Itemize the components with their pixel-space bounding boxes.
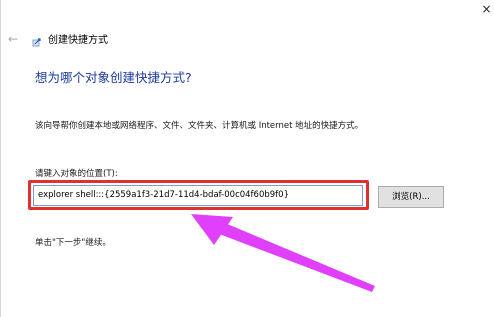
back-arrow-icon: ← <box>8 32 19 46</box>
arrow-shaft <box>214 221 375 292</box>
continue-hint: 单击"下一步"继续。 <box>35 238 111 248</box>
shortcut-wizard-icon <box>32 38 41 47</box>
close-icon: × <box>481 2 492 16</box>
arrow-head <box>191 214 233 245</box>
window-left-edge <box>0 0 1 317</box>
description-text: 该向导帮你创建本地或网络程序、文件、文件夹、计算机或 Internet 地址的快… <box>35 121 364 131</box>
back-button[interactable]: ← <box>8 32 22 46</box>
page-heading: 想为哪个对象创建快捷方式? <box>35 70 192 85</box>
wizard-title: 创建快捷方式 <box>48 35 108 46</box>
close-button[interactable]: × <box>479 0 494 20</box>
location-field-label: 请键入对象的位置(T): <box>35 169 118 179</box>
browse-button[interactable]: 浏览(R)... <box>378 186 444 208</box>
location-input[interactable]: explorer shell:::{2559a1f3-21d7-11d4-bda… <box>33 185 363 206</box>
